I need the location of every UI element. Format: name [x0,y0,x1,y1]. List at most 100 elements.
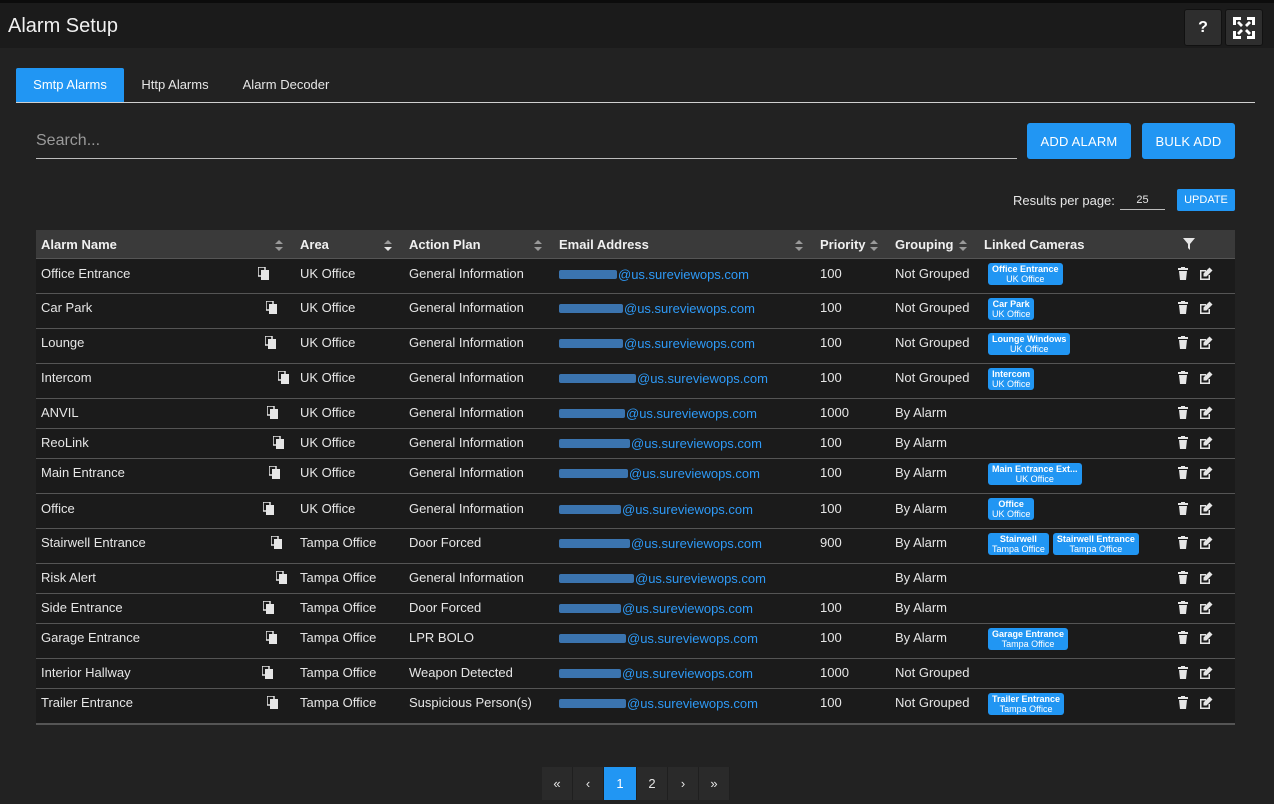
table-row[interactable]: Lounge UK Office General Information @us.su… [36,329,1235,364]
table-row[interactable]: Garage Entrance Tampa Office LPR BOLO @us.s… [36,624,1235,659]
table-row[interactable]: ANVIL UK Office General Information @us.sur… [36,399,1235,429]
delete-icon[interactable] [1176,371,1190,385]
help-button[interactable]: ? [1184,9,1222,46]
sort-icon[interactable] [795,240,803,251]
tab-alarm-decoder[interactable]: Alarm Decoder [230,68,342,102]
column-header-email-address[interactable]: Email Address [559,230,649,259]
edit-icon[interactable] [1199,631,1213,645]
camera-chip[interactable]: Intercom UK Office [988,368,1035,390]
cell-email-address[interactable]: @us.sureviewops.com [559,601,753,616]
edit-icon[interactable] [1199,301,1213,315]
page-1-button[interactable]: 1 [604,767,637,800]
delete-icon[interactable] [1176,406,1190,420]
fullscreen-button[interactable] [1225,9,1263,46]
delete-icon[interactable] [1176,601,1190,615]
column-header-alarm-name[interactable]: Alarm Name [41,230,117,259]
copy-icon[interactable] [273,436,284,449]
cell-email-address[interactable]: @us.sureviewops.com [559,436,762,451]
camera-chip[interactable]: Trailer Entrance Tampa Office [988,693,1065,715]
camera-chip[interactable]: Office UK Office [988,498,1035,520]
copy-icon[interactable] [265,336,276,349]
filter-icon[interactable] [1183,238,1195,250]
delete-icon[interactable] [1176,267,1190,281]
cell-email-address[interactable]: @us.sureviewops.com [559,336,755,351]
edit-icon[interactable] [1199,336,1213,350]
cell-email-address[interactable]: @us.sureviewops.com [559,696,758,711]
tab-http-alarms[interactable]: Http Alarms [128,68,222,102]
copy-icon[interactable] [276,571,287,584]
column-header-priority[interactable]: Priority [820,230,866,259]
copy-icon[interactable] [263,601,274,614]
cell-email-address[interactable]: @us.sureviewops.com [559,466,760,481]
copy-icon[interactable] [267,696,278,709]
column-header-grouping[interactable]: Grouping [895,230,954,259]
bulk-add-button[interactable]: BULK ADD [1142,123,1235,159]
camera-chip[interactable]: Stairwell Tampa Office [988,533,1049,555]
edit-icon[interactable] [1199,436,1213,450]
camera-chip[interactable]: Office Entrance UK Office [988,263,1063,285]
delete-icon[interactable] [1176,696,1190,710]
edit-icon[interactable] [1199,502,1213,516]
sort-icon[interactable] [959,240,967,251]
cell-email-address[interactable]: @us.sureviewops.com [559,631,758,646]
delete-icon[interactable] [1176,502,1190,516]
delete-icon[interactable] [1176,536,1190,550]
add-alarm-button[interactable]: ADD ALARM [1027,123,1131,159]
table-row[interactable]: Office Entrance UK Office General Informat… [36,259,1235,294]
cell-email-address[interactable]: @us.sureviewops.com [559,267,749,282]
camera-chip[interactable]: Car Park UK Office [988,298,1035,320]
table-row[interactable]: Side Entrance Tampa Office Door Forced @us.… [36,594,1235,624]
table-row[interactable]: Office UK Office General Information @us.su… [36,494,1235,529]
copy-icon[interactable] [269,466,280,479]
sort-icon[interactable] [275,240,283,251]
tab-smtp-alarms[interactable]: Smtp Alarms [16,68,124,102]
cell-email-address[interactable]: @us.sureviewops.com [559,666,753,681]
table-row[interactable]: Interior Hallway Tampa Office Weapon Detec… [36,659,1235,689]
cell-email-address[interactable]: @us.sureviewops.com [559,502,753,517]
camera-chip[interactable]: Main Entrance Ext... UK Office [988,463,1082,485]
next-page-button[interactable]: › [668,767,699,800]
sort-icon[interactable] [870,240,878,251]
column-header-area[interactable]: Area [300,230,329,259]
camera-chip[interactable]: Stairwell Entrance Tampa Office [1052,533,1139,555]
table-row[interactable]: Stairwell Entrance Tampa Office Door Force… [36,529,1235,564]
edit-icon[interactable] [1199,267,1213,281]
table-row[interactable]: Trailer Entrance Tampa Office Suspicious P… [36,689,1235,724]
delete-icon[interactable] [1176,436,1190,450]
copy-icon[interactable] [266,631,277,644]
edit-icon[interactable] [1199,601,1213,615]
cell-email-address[interactable]: @us.sureviewops.com [559,406,757,421]
cell-email-address[interactable]: @us.sureviewops.com [559,301,755,316]
edit-icon[interactable] [1199,371,1213,385]
copy-icon[interactable] [271,536,282,549]
delete-icon[interactable] [1176,571,1190,585]
table-row[interactable]: Intercom UK Office General Information @us.… [36,364,1235,399]
copy-icon[interactable] [263,502,274,515]
edit-icon[interactable] [1199,406,1213,420]
edit-icon[interactable] [1199,466,1213,480]
table-row[interactable]: Risk Alert Tampa Office General Informatio… [36,564,1235,594]
table-row[interactable]: ReoLink UK Office General Information @us.s… [36,429,1235,459]
camera-chip[interactable]: Garage Entrance Tampa Office [988,628,1069,650]
cell-email-address[interactable]: @us.sureviewops.com [559,371,768,386]
edit-icon[interactable] [1199,666,1213,680]
edit-icon[interactable] [1199,536,1213,550]
delete-icon[interactable] [1176,301,1190,315]
edit-icon[interactable] [1199,696,1213,710]
delete-icon[interactable] [1176,466,1190,480]
update-button[interactable]: UPDATE [1177,189,1235,211]
camera-chip[interactable]: Lounge Windows UK Office [988,333,1071,355]
cell-email-address[interactable]: @us.sureviewops.com [559,571,766,586]
copy-icon[interactable] [258,267,269,280]
delete-icon[interactable] [1176,336,1190,350]
search-input[interactable] [36,124,1017,158]
cell-email-address[interactable]: @us.sureviewops.com [559,536,762,551]
column-header-action-plan[interactable]: Action Plan [409,230,481,259]
delete-icon[interactable] [1176,631,1190,645]
last-page-button[interactable]: » [699,767,730,800]
copy-icon[interactable] [262,666,273,679]
delete-icon[interactable] [1176,666,1190,680]
sort-icon[interactable] [534,240,542,251]
sort-icon[interactable] [384,240,392,251]
edit-icon[interactable] [1199,571,1213,585]
